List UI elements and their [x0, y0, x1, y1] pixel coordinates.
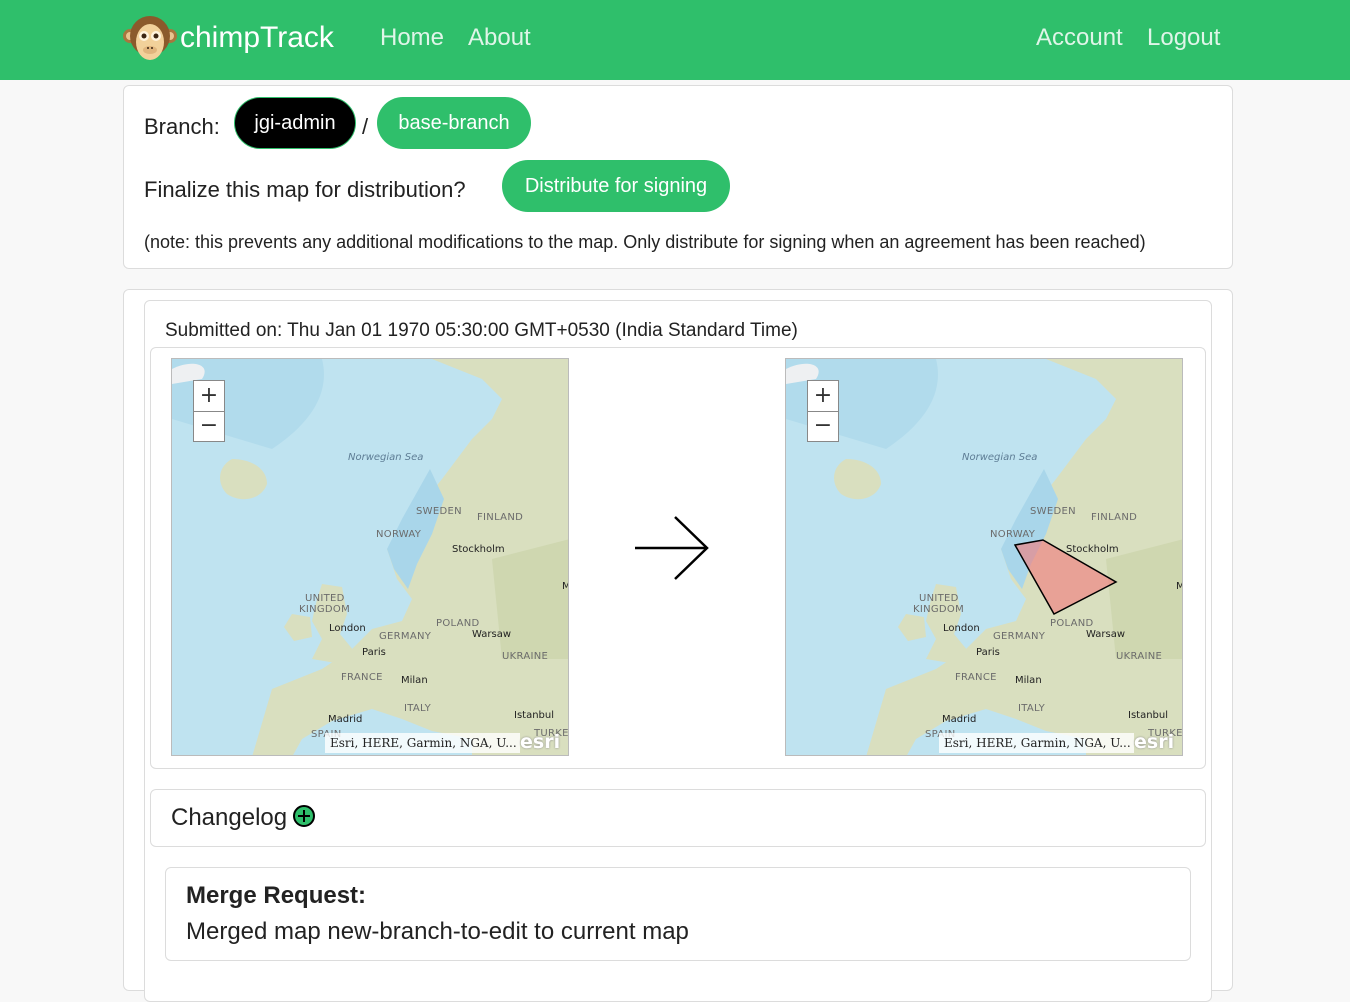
before-map-label-london: London	[329, 623, 366, 634]
after-map-attribution: Esri, HERE, Garmin, NGA, U...	[939, 733, 1134, 753]
branch-card: Branch: jgi-admin / base-branch Finalize…	[123, 85, 1233, 269]
branch-name-button[interactable]: base-branch	[377, 97, 531, 149]
after-map-label-istanbul: Istanbul	[1128, 710, 1169, 721]
before-map-label-kingdom: KINGDOM	[299, 604, 351, 615]
changelog-panel[interactable]: Changelog	[150, 789, 1206, 847]
after-map-basemap	[786, 359, 1182, 755]
after-map-label-m: M	[1176, 581, 1182, 592]
before-map-zoom-control: + −	[193, 380, 225, 442]
after-map-label-finland: FINLAND	[1091, 512, 1138, 523]
branch-label: Branch:	[144, 114, 220, 139]
after-map-label-ukraine: UKRAINE	[1116, 651, 1163, 662]
arrow-right-icon	[635, 516, 709, 580]
after-map-label-sweden: SWEDEN	[1030, 506, 1076, 517]
before-map-label-sweden: SWEDEN	[416, 506, 462, 517]
branch-separator: /	[362, 114, 369, 139]
submission-card: Submitted on: Thu Jan 01 1970 05:30:00 G…	[123, 289, 1233, 1002]
finalize-question: Finalize this map for distribution?	[144, 177, 466, 202]
before-map-attribution: Esri, HERE, Garmin, NGA, U...	[325, 733, 520, 753]
changelog-title: Changelog	[171, 804, 288, 831]
before-map-label-stockholm: Stockholm	[452, 544, 505, 555]
merge-request-title: Merge Request:	[186, 882, 367, 909]
after-map-label-norwegian-sea: Norwegian Sea	[962, 452, 1038, 463]
chimp-logo-icon	[123, 16, 177, 60]
finalize-note: (note: this prevents any additional modi…	[144, 232, 1146, 252]
brand-name[interactable]: chimpTrack	[180, 21, 334, 55]
before-map-label-france: FRANCE	[341, 672, 383, 683]
merge-request-card: Merge Request: Merged map new-branch-to-…	[165, 867, 1191, 961]
before-map-esri-logo: esri	[520, 731, 561, 753]
after-map-label-london: London	[943, 623, 980, 634]
before-map-label-ukraine: UKRAINE	[502, 651, 549, 662]
after-map-label-kingdom: KINGDOM	[913, 604, 965, 615]
brand[interactable]: chimpTrack	[122, 12, 334, 64]
after-map-label-madrid: Madrid	[942, 714, 977, 725]
after-map-label-france: FRANCE	[955, 672, 997, 683]
nav-logout-link[interactable]: Logout	[1147, 24, 1220, 52]
after-map-label-united: UNITED	[919, 593, 959, 604]
before-map-label-norwegian-sea: Norwegian Sea	[348, 452, 424, 463]
before-map-label-italy: ITALY	[404, 703, 431, 714]
after-map-label-norway: NORWAY	[990, 529, 1036, 540]
before-map-label-paris: Paris	[362, 647, 386, 658]
after-map-label-stockholm: Stockholm	[1066, 544, 1119, 555]
before-map-zoom-in-button[interactable]: +	[194, 381, 224, 411]
distribute-for-signing-button[interactable]: Distribute for signing	[502, 160, 730, 212]
before-map-label-united: UNITED	[305, 593, 345, 604]
navbar: chimpTrack Home About Account Logout	[0, 0, 1350, 80]
after-map-zoom-control: + −	[807, 380, 839, 442]
nav-about-link[interactable]: About	[468, 24, 531, 52]
after-map-label-germany: GERMANY	[993, 631, 1046, 642]
after-map-zoom-in-button[interactable]: +	[808, 381, 838, 411]
plus-icon	[298, 810, 310, 822]
after-map-label-paris: Paris	[976, 647, 1000, 658]
merge-request-text: Merged map new-branch-to-edit to current…	[186, 918, 689, 945]
after-map-esri-logo: esri	[1134, 731, 1175, 753]
after-map-label-warsaw: Warsaw	[1086, 629, 1126, 640]
before-map[interactable]: + − Norwegian Sea SWEDEN FINLAND NORWAY …	[171, 358, 569, 756]
nav-account-link[interactable]: Account	[1036, 24, 1123, 52]
before-map-label-istanbul: Istanbul	[514, 710, 555, 721]
before-map-label-warsaw: Warsaw	[472, 629, 512, 640]
after-map[interactable]: + − Norwegian Sea SWEDEN FINLAND NORWAY …	[785, 358, 1183, 756]
after-map-zoom-out-button[interactable]: −	[808, 411, 838, 441]
submission-inner-card: Submitted on: Thu Jan 01 1970 05:30:00 G…	[144, 300, 1212, 1002]
after-map-label-poland: POLAND	[1050, 618, 1094, 629]
after-map-label-italy: ITALY	[1018, 703, 1045, 714]
before-map-zoom-out-button[interactable]: −	[194, 411, 224, 441]
after-map-label-milan: Milan	[1015, 675, 1042, 686]
nav-home-link[interactable]: Home	[380, 24, 444, 52]
before-map-label-germany: GERMANY	[379, 631, 432, 642]
before-map-label-norway: NORWAY	[376, 529, 422, 540]
changelog-expand-button[interactable]	[293, 805, 315, 827]
before-map-label-finland: FINLAND	[477, 512, 524, 523]
before-map-label-poland: POLAND	[436, 618, 480, 629]
map-comparison-panel: + − Norwegian Sea SWEDEN FINLAND NORWAY …	[150, 347, 1206, 769]
before-map-label-milan: Milan	[401, 675, 428, 686]
before-map-label-m: M	[562, 581, 568, 592]
before-map-label-madrid: Madrid	[328, 714, 363, 725]
branch-owner-button[interactable]: jgi-admin	[234, 97, 356, 149]
submitted-on: Submitted on: Thu Jan 01 1970 05:30:00 G…	[165, 320, 798, 341]
before-map-basemap	[172, 359, 568, 755]
